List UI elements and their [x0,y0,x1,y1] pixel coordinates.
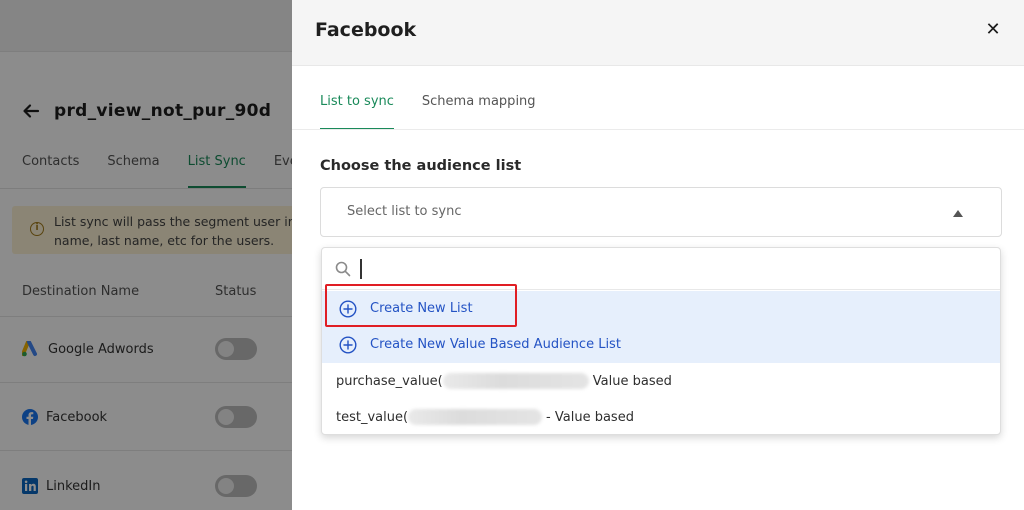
list-item-prefix: test_value( [336,409,409,425]
create-new-list-option[interactable]: Create New List [322,291,1000,327]
list-item[interactable]: test_value( - Value based [322,399,1000,434]
list-item-text: purchase_value( Value based [336,373,672,389]
caret-up-icon [953,210,963,217]
create-value-based-list-option[interactable]: Create New Value Based Audience List [322,327,1000,363]
audience-list-dropdown: Create New List Create New Value Based A… [321,247,1001,435]
create-value-based-list-label: Create New Value Based Audience List [370,337,621,352]
list-item[interactable]: purchase_value( Value based [322,363,1000,399]
tab-schema-mapping[interactable]: Schema mapping [422,84,536,130]
dropdown-search-input[interactable] [360,258,980,280]
drawer-header: Facebook ✕ [292,0,1024,66]
audience-list-select[interactable]: Select list to sync [320,187,1002,237]
drawer-title: Facebook [315,19,417,41]
plus-circle-icon [339,336,357,354]
redacted-id [442,373,589,389]
dropdown-search-row [322,248,1000,290]
list-item-suffix: Value based [592,373,672,389]
select-placeholder: Select list to sync [347,204,462,219]
facebook-drawer: Facebook ✕ List to sync Schema mapping C… [292,0,1024,510]
create-new-list-label: Create New List [370,301,473,316]
tabs-divider [292,129,1024,130]
list-item-prefix: purchase_value( [336,373,443,389]
tab-list-to-sync[interactable]: List to sync [320,84,394,130]
background-page: prd_view_not_pur_90d Contacts Schema Lis… [0,0,302,510]
plus-circle-icon [339,300,357,318]
list-item-suffix: - Value based [546,409,634,425]
audience-list-label: Choose the audience list [320,158,522,174]
modal-backdrop[interactable] [0,0,292,510]
list-item-text: test_value( - Value based [336,409,634,425]
text-cursor [360,259,362,279]
drawer-tabs: List to sync Schema mapping [320,84,564,130]
close-icon[interactable]: ✕ [984,20,1002,40]
redacted-id [408,409,543,425]
search-icon [335,261,351,277]
